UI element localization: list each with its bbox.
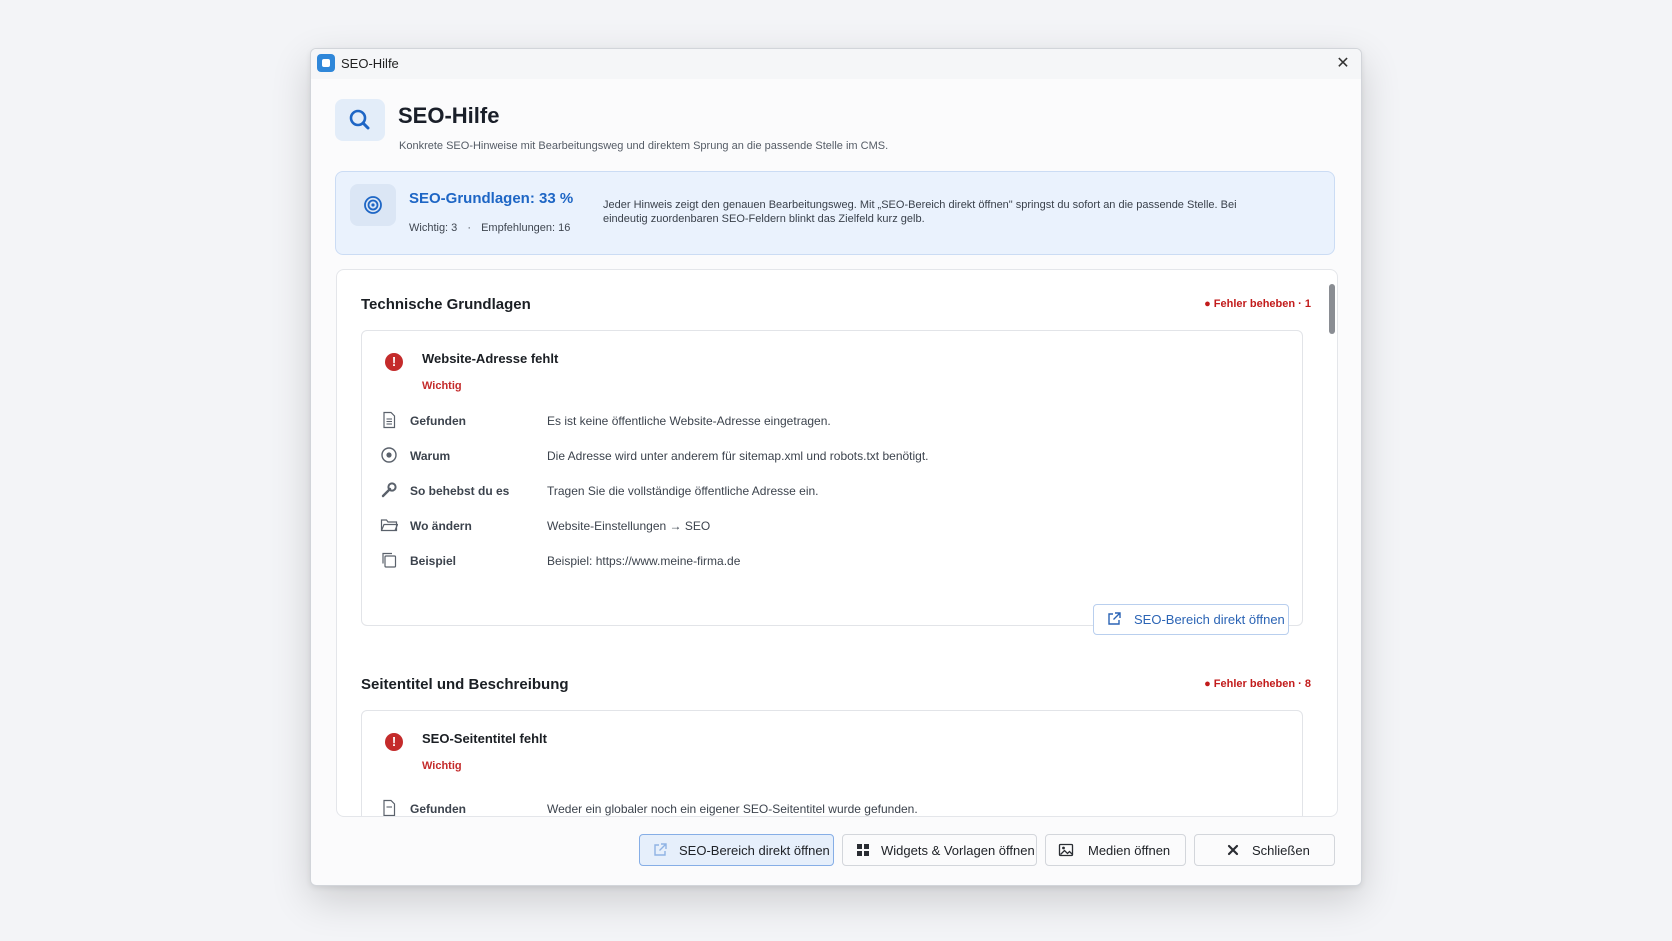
- seo-score-title: SEO-Grundlagen: 33 %: [409, 190, 574, 207]
- detail-label: Beispiel: [410, 554, 457, 568]
- issue-title: Website-Adresse fehlt: [422, 351, 559, 366]
- grid-icon: [857, 844, 869, 856]
- priority-badge: Wichtig: [422, 760, 462, 772]
- search-icon: [335, 99, 385, 141]
- summary-note: Jeder Hinweis zeigt den genauen Bearbeit…: [603, 199, 1237, 225]
- recommendation-count: Empfehlungen: 16: [481, 222, 571, 234]
- detail-label: Gefunden: [410, 802, 466, 816]
- detail-row: So behebst du es Tragen Sie die vollstän…: [380, 481, 1280, 501]
- hints-scroll-area[interactable]: Technische Grundlagen ● Fehler beheben ·…: [336, 269, 1338, 817]
- media-button[interactable]: Medien öffnen: [1045, 834, 1186, 866]
- error-icon: !: [385, 353, 403, 371]
- detail-label: Gefunden: [410, 414, 466, 428]
- window-close-icon[interactable]: ✕: [1331, 52, 1355, 76]
- close-icon: [1227, 844, 1239, 856]
- title-bar: SEO-Hilfe ✕: [311, 49, 1361, 79]
- detail-row: Gefunden Weder ein globaler noch ein eig…: [380, 799, 1280, 816]
- detail-label: So behebst du es: [410, 484, 510, 498]
- detail-value: Die Adresse wird unter anderem für sitem…: [547, 449, 929, 463]
- seo-help-dialog: SEO-Hilfe ✕ SEO-Hilfe Konkrete SEO-Hinwe…: [310, 48, 1362, 886]
- wrench-icon: [381, 482, 397, 498]
- detail-row: Beispiel Beispiel: https://www.meine-fir…: [380, 551, 1280, 571]
- detail-value: Website-Einstellungen → SEO: [547, 519, 711, 533]
- button-label: SEO-Bereich direkt öffnen: [679, 843, 830, 858]
- button-label: Medien öffnen: [1088, 843, 1171, 858]
- copy-icon: [382, 552, 397, 568]
- detail-value: Es ist keine öffentliche Website-Adresse…: [547, 414, 831, 428]
- issue-title: SEO-Seitentitel fehlt: [422, 731, 547, 746]
- external-link-icon: [1108, 612, 1121, 625]
- footer-open-seo-button[interactable]: SEO-Bereich direkt öffnen: [639, 834, 834, 866]
- detail-label: Warum: [410, 449, 451, 463]
- target-icon: [381, 447, 397, 463]
- scrollbar-thumb[interactable]: [1329, 284, 1335, 334]
- page-title: SEO-Hilfe: [398, 103, 500, 128]
- meta-separator: ·: [467, 222, 472, 234]
- issue-card: ! Website-Adresse fehlt Wichtig Gefunden…: [361, 330, 1303, 635]
- priority-badge: Wichtig: [422, 380, 462, 392]
- detail-row: Wo ändern Website-Einstellungen → SEO: [380, 516, 1280, 536]
- section-title: Seitentitel und Beschreibung: [361, 676, 569, 693]
- app-icon: [317, 54, 335, 72]
- document-icon: [383, 411, 396, 429]
- window-title: SEO-Hilfe: [341, 56, 399, 71]
- detail-label: Wo ändern: [410, 519, 472, 533]
- detail-value: Weder ein globaler noch ein eigener SEO-…: [547, 802, 918, 816]
- detail-row: Gefunden Es ist keine öffentliche Websit…: [380, 411, 1280, 431]
- widgets-templates-button[interactable]: Widgets & Vorlagen öffnen: [842, 834, 1037, 866]
- section-title: Technische Grundlagen: [361, 296, 531, 313]
- important-count: Wichtig: 3: [409, 222, 458, 234]
- issue-card: ! SEO-Seitentitel fehlt Wichtig Gefunden…: [361, 710, 1303, 816]
- section-error-badge: ● Fehler beheben · 8: [1204, 678, 1311, 690]
- button-label: SEO-Bereich direkt öffnen: [1134, 612, 1285, 627]
- section-error-badge: ● Fehler beheben · 1: [1204, 298, 1311, 310]
- external-link-icon: [654, 843, 667, 856]
- summary-counts: Wichtig: 3 · Empfehlungen: 16: [409, 222, 570, 234]
- error-icon: !: [385, 733, 403, 751]
- image-icon: [1058, 843, 1074, 857]
- target-icon: [350, 184, 396, 226]
- seo-summary-panel: SEO-Grundlagen: 33 % Wichtig: 3 · Empfeh…: [335, 171, 1335, 255]
- open-seo-section-button[interactable]: SEO-Bereich direkt öffnen: [1093, 604, 1289, 635]
- detail-value: Tragen Sie die vollständige öffentliche …: [547, 484, 819, 498]
- button-label: Widgets & Vorlagen öffnen: [881, 843, 1035, 858]
- folder-icon: [380, 519, 398, 532]
- close-button[interactable]: Schließen: [1194, 834, 1335, 866]
- page-subtitle: Konkrete SEO-Hinweise mit Bearbeitungswe…: [399, 140, 889, 152]
- detail-value: Beispiel: https://www.meine-firma.de: [547, 554, 741, 568]
- detail-row: Warum Die Adresse wird unter anderem für…: [380, 446, 1280, 466]
- document-icon: [383, 799, 396, 816]
- button-label: Schließen: [1252, 843, 1310, 858]
